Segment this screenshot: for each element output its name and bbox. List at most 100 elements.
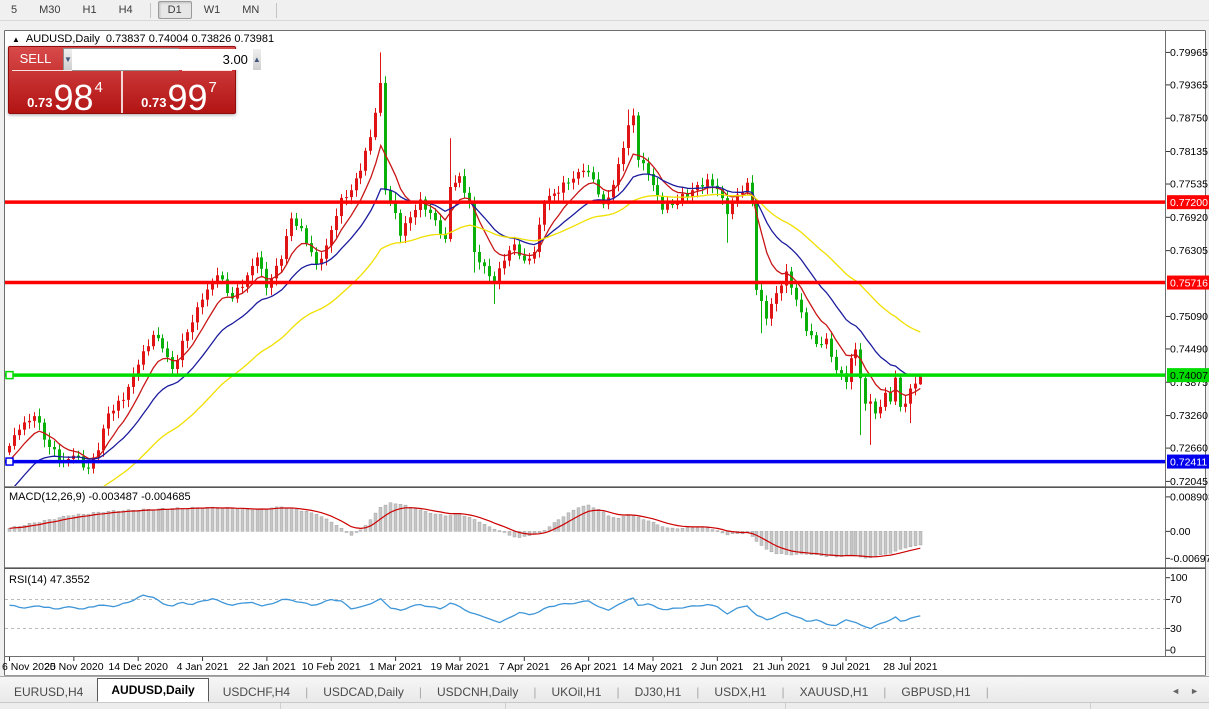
- sell-price-big-digits: 98: [53, 77, 94, 119]
- bull-candle: [236, 287, 239, 299]
- svg-text:0.00: 0.00: [1170, 526, 1191, 538]
- bull-candle: [127, 386, 130, 400]
- price-line-label-0.77200: 0.77200: [1167, 195, 1209, 210]
- svg-text:0.76920: 0.76920: [1170, 212, 1208, 224]
- bull-candle: [290, 218, 293, 237]
- tab-usdx-h1[interactable]: USDX,H1: [700, 681, 780, 702]
- bull-candle: [553, 193, 556, 196]
- tab-usdcad-daily[interactable]: USDCAD,Daily: [309, 681, 418, 702]
- bull-candle: [879, 406, 882, 414]
- bear-candle: [815, 335, 818, 345]
- bull-candle: [503, 260, 506, 269]
- bull-candle: [102, 428, 105, 451]
- bull-candle: [666, 203, 669, 210]
- bull-candle: [775, 293, 778, 304]
- svg-text:19 Mar 2021: 19 Mar 2021: [430, 661, 489, 673]
- tab-usdcnh-daily[interactable]: USDCNH,Daily: [423, 681, 532, 702]
- svg-text:0.75716: 0.75716: [1170, 278, 1208, 290]
- bear-candle: [820, 344, 823, 346]
- svg-text:0.74007: 0.74007: [1170, 370, 1208, 382]
- bull-candle: [374, 112, 377, 138]
- bear-candle: [587, 170, 590, 173]
- bear-candle: [300, 225, 303, 229]
- bull-candle: [28, 420, 31, 423]
- tab-scroll-right-icon[interactable]: ►: [1190, 686, 1199, 696]
- bear-candle: [48, 439, 51, 447]
- bull-candle: [780, 285, 783, 294]
- tab-audusd-daily[interactable]: AUDUSD,Daily: [97, 678, 209, 702]
- buy-button[interactable]: BUY: [178, 47, 235, 70]
- chart-title: ▲ AUDUSD,Daily 0.73837 0.74004 0.73826 0…: [12, 33, 274, 45]
- svg-text:30: 30: [1170, 623, 1182, 635]
- svg-text:0.79965: 0.79965: [1170, 47, 1208, 59]
- bull-candle: [369, 137, 372, 151]
- bear-candle: [840, 370, 843, 374]
- volume-spinner: ▼ ▲: [63, 48, 261, 71]
- tab-dj30-h1[interactable]: DJ30,H1: [621, 681, 696, 702]
- bull-candle: [251, 265, 254, 276]
- bear-candle: [835, 356, 838, 371]
- bull-candle: [904, 403, 907, 407]
- volume-decrease-button[interactable]: ▼: [64, 49, 72, 70]
- bear-candle: [810, 331, 813, 336]
- sell-price-prefix: 0.73: [27, 95, 53, 110]
- bear-candle: [483, 262, 486, 267]
- chart-background: [4, 30, 1206, 675]
- strip-mark: [505, 703, 506, 709]
- volume-increase-button[interactable]: ▲: [252, 49, 261, 70]
- bull-candle: [612, 184, 615, 198]
- bear-candle: [38, 416, 41, 423]
- bear-candle: [567, 182, 570, 184]
- bear-candle: [523, 255, 526, 261]
- bear-candle: [161, 338, 164, 349]
- bull-candle: [513, 244, 516, 251]
- bull-candle: [364, 150, 367, 171]
- buy-price-prefix: 0.73: [141, 95, 167, 110]
- bull-candle: [285, 236, 288, 260]
- bull-candle: [23, 422, 26, 430]
- svg-text:14 May 2021: 14 May 2021: [623, 661, 684, 673]
- bull-candle: [107, 413, 110, 429]
- bull-candle: [18, 429, 21, 436]
- bear-candle: [790, 271, 793, 288]
- buy-price-display[interactable]: 0.73 99 7: [123, 71, 235, 117]
- buy-price-pip-digit: 7: [208, 79, 217, 96]
- svg-text:-0.006977: -0.006977: [1170, 553, 1209, 565]
- rsi-label: RSI(14) 47.3552: [9, 574, 90, 586]
- tab-divider: |: [985, 685, 989, 699]
- bull-candle: [577, 172, 580, 179]
- bull-candle: [557, 192, 560, 194]
- bear-candle: [315, 252, 318, 265]
- bull-candle: [458, 176, 461, 183]
- bull-candle: [825, 338, 828, 345]
- tab-eurusd-h4[interactable]: EURUSD,H4: [0, 681, 97, 702]
- collapse-triangle-icon[interactable]: ▲: [12, 35, 20, 44]
- svg-text:0.74490: 0.74490: [1170, 343, 1208, 355]
- bull-candle: [731, 202, 734, 215]
- svg-text:10 Feb 2021: 10 Feb 2021: [302, 661, 361, 673]
- bull-candle: [850, 358, 853, 382]
- bull-candle: [13, 435, 16, 446]
- bull-candle: [191, 322, 194, 333]
- bull-candle: [414, 210, 417, 218]
- tab-usdchf-h4[interactable]: USDCHF,H4: [209, 681, 304, 702]
- bear-candle: [439, 220, 442, 234]
- tab-ukoil-h1[interactable]: UKOil,H1: [537, 681, 615, 702]
- sell-button[interactable]: SELL: [9, 47, 62, 70]
- bull-candle: [350, 190, 353, 198]
- bear-candle: [765, 300, 768, 319]
- svg-text:1 Mar 2021: 1 Mar 2021: [369, 661, 422, 673]
- sell-price-display[interactable]: 0.73 98 4: [9, 71, 121, 117]
- price-line-label-0.75716: 0.75716: [1167, 275, 1209, 290]
- bear-candle: [795, 287, 798, 300]
- tab-xauusd-h1[interactable]: XAUUSD,H1: [786, 681, 883, 702]
- bull-candle: [909, 388, 912, 404]
- svg-text:0.78750: 0.78750: [1170, 113, 1208, 125]
- tab-scroll-left-icon[interactable]: ◄: [1171, 686, 1180, 696]
- one-click-trade-panel: SELL ▼ ▲ BUY 0.73 98 4 0.73 99 7: [8, 46, 261, 117]
- tab-gbpusd-h1[interactable]: GBPUSD,H1: [887, 681, 984, 702]
- bear-candle: [760, 289, 763, 301]
- bear-candle: [87, 467, 90, 469]
- svg-text:70: 70: [1170, 594, 1182, 606]
- bear-candle: [800, 299, 803, 313]
